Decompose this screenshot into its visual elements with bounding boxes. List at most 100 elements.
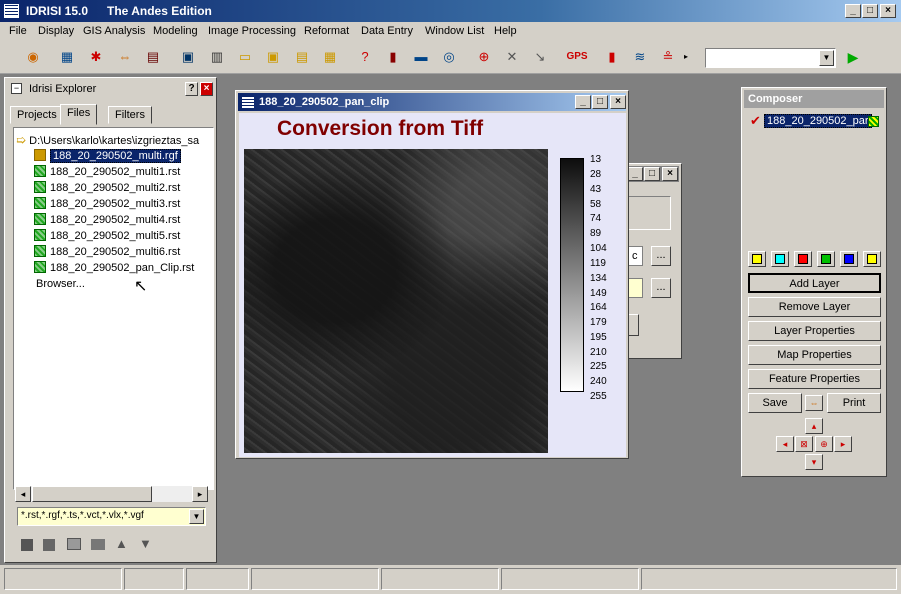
chevron-down-icon[interactable]: ▼: [819, 50, 834, 66]
menu-display[interactable]: Display: [38, 25, 74, 37]
close-icon[interactable]: ×: [662, 167, 678, 181]
close-explorer-icon[interactable]: ×: [200, 82, 213, 96]
print-button[interactable]: Print: [827, 393, 881, 413]
file-item[interactable]: 188_20_290502_multi4.rst: [34, 212, 180, 228]
minimize-icon[interactable]: _: [575, 95, 591, 109]
pan-right-icon[interactable]: ▸: [834, 436, 852, 452]
layers-icon[interactable]: ▤: [143, 48, 163, 66]
tab-files[interactable]: Files: [60, 104, 98, 125]
browse-button[interactable]: ...: [651, 246, 671, 266]
zoom-window-icon[interactable]: ▭: [235, 48, 255, 66]
query-icon[interactable]: ▣: [178, 48, 198, 66]
remove-layer-button[interactable]: Remove Layer: [748, 297, 881, 317]
down-arrow-icon[interactable]: ▼: [139, 536, 152, 551]
toolbar-combo[interactable]: ▼: [705, 48, 836, 68]
menu-window-list[interactable]: Window List: [425, 25, 484, 37]
color-swatch-button[interactable]: [817, 251, 835, 267]
color-swatch-button[interactable]: [840, 251, 858, 267]
scroll-right-icon[interactable]: ▸: [192, 486, 208, 502]
zoom-out-icon[interactable]: ⊠: [795, 436, 813, 452]
composer-icon[interactable]: ✱: [86, 48, 106, 66]
file-item[interactable]: 188_20_290502_multi3.rst: [34, 196, 180, 212]
close-icon[interactable]: ×: [610, 95, 626, 109]
toolbar-more-icon[interactable]: ▸: [681, 48, 691, 66]
pan-toggle-icon[interactable]: ⇔: [805, 395, 823, 411]
tab-filters[interactable]: Filters: [108, 106, 152, 124]
up-arrow-icon[interactable]: ▲: [115, 536, 128, 551]
folder-row[interactable]: ➯ D:\Users\karlo\kartes\izgrieztas_sa: [16, 132, 199, 148]
pan-left-icon[interactable]: ◂: [776, 436, 794, 452]
map-window-titlebar[interactable]: 188_20_290502_pan_clip _ □ ×: [238, 93, 626, 111]
browser-item[interactable]: Browser...: [36, 276, 85, 292]
menu-gis-analysis[interactable]: GIS Analysis: [83, 25, 145, 37]
save-button[interactable]: Save: [748, 393, 802, 413]
menu-modeling[interactable]: Modeling: [153, 25, 198, 37]
open-file-icon[interactable]: ◉: [23, 48, 43, 66]
file-item[interactable]: 188_20_290502_multi2.rst: [34, 180, 180, 196]
surface-icon[interactable]: ≗: [658, 48, 678, 66]
refresh-icon[interactable]: [91, 539, 105, 550]
minimize-icon[interactable]: _: [627, 167, 643, 181]
browse-button[interactable]: ...: [651, 278, 671, 298]
waves-icon[interactable]: ≋: [630, 48, 650, 66]
pan-down-icon[interactable]: ▾: [805, 454, 823, 470]
feature-properties-button[interactable]: Feature Properties: [748, 369, 881, 389]
scroll-thumb[interactable]: [32, 486, 152, 502]
table-icon[interactable]: ▥: [207, 48, 227, 66]
raster-file-icon: [34, 181, 46, 193]
profile-icon[interactable]: ▮: [383, 48, 403, 66]
add-layer-button[interactable]: Add Layer: [748, 273, 881, 293]
color-swatch-button[interactable]: [771, 251, 789, 267]
gps-icon[interactable]: GPS: [565, 48, 589, 66]
raster-image[interactable]: [244, 149, 548, 453]
digitize-icon[interactable]: ⊕: [474, 48, 494, 66]
group-icon[interactable]: ▦: [320, 48, 340, 66]
ruler-icon[interactable]: ▬: [411, 48, 431, 66]
pan-up-icon[interactable]: ▴: [805, 418, 823, 434]
menu-data-entry[interactable]: Data Entry: [361, 25, 413, 37]
chevron-down-icon[interactable]: ▼: [189, 509, 204, 524]
maximize-icon[interactable]: □: [862, 4, 878, 18]
file-item[interactable]: 188_20_290502_multi6.rst: [34, 244, 180, 260]
color-swatch-button[interactable]: [794, 251, 812, 267]
maximize-icon[interactable]: □: [592, 95, 608, 109]
menu-help[interactable]: Help: [494, 25, 517, 37]
file-filter-select[interactable]: *.rst,*.rgf,*.ts,*.vct,*.vlx,*.vgf ▼: [17, 507, 206, 526]
layer-properties-button[interactable]: Layer Properties: [748, 321, 881, 341]
color-swatch-button[interactable]: [748, 251, 766, 267]
collapse-icon[interactable]: −: [11, 83, 22, 94]
file-item[interactable]: 188_20_290502_multi1.rst: [34, 164, 180, 180]
properties-icon[interactable]: [43, 539, 55, 551]
pan-icon[interactable]: ⇔: [115, 48, 135, 66]
checkmark-icon[interactable]: ✔: [750, 113, 761, 129]
file-item[interactable]: 188_20_290502_pan_Clip.rst: [34, 260, 194, 276]
zoom-extent-icon[interactable]: ▣: [263, 48, 283, 66]
save-digitized-icon[interactable]: ↘: [530, 48, 550, 66]
tab-projects[interactable]: Projects: [10, 106, 64, 124]
maximize-icon[interactable]: □: [644, 167, 660, 181]
map-properties-button[interactable]: Map Properties: [748, 345, 881, 365]
minimize-icon[interactable]: _: [845, 4, 861, 18]
measure-icon[interactable]: ▤: [292, 48, 312, 66]
help-query-icon[interactable]: ?: [355, 48, 375, 66]
zoom-in-icon[interactable]: ⊕: [815, 436, 833, 452]
map-canvas[interactable]: Conversion from Tiff 13 28 43 58 74 89 1…: [239, 113, 626, 457]
new-folder-icon[interactable]: [67, 538, 81, 550]
menu-image-processing[interactable]: Image Processing: [208, 25, 296, 37]
color-swatch-button[interactable]: [863, 251, 881, 267]
run-icon[interactable]: ▶: [843, 48, 863, 66]
close-icon[interactable]: ×: [880, 4, 896, 18]
delete-feature-icon[interactable]: ✕: [502, 48, 522, 66]
metadata-icon[interactable]: [21, 539, 33, 551]
layer-name[interactable]: 188_20_290502_par: [764, 114, 872, 128]
histogram-icon[interactable]: ▮: [602, 48, 622, 66]
menu-file[interactable]: File: [9, 25, 27, 37]
file-item[interactable]: 188_20_290502_multi.rgf: [34, 148, 181, 164]
horizontal-scrollbar[interactable]: ◂ ▸: [15, 486, 208, 502]
file-item[interactable]: 188_20_290502_multi5.rst: [34, 228, 180, 244]
target-icon[interactable]: ◎: [439, 48, 459, 66]
display-launcher-icon[interactable]: ▦: [57, 48, 77, 66]
help-icon[interactable]: ?: [185, 82, 198, 96]
scroll-left-icon[interactable]: ◂: [15, 486, 31, 502]
menu-reformat[interactable]: Reformat: [304, 25, 349, 37]
